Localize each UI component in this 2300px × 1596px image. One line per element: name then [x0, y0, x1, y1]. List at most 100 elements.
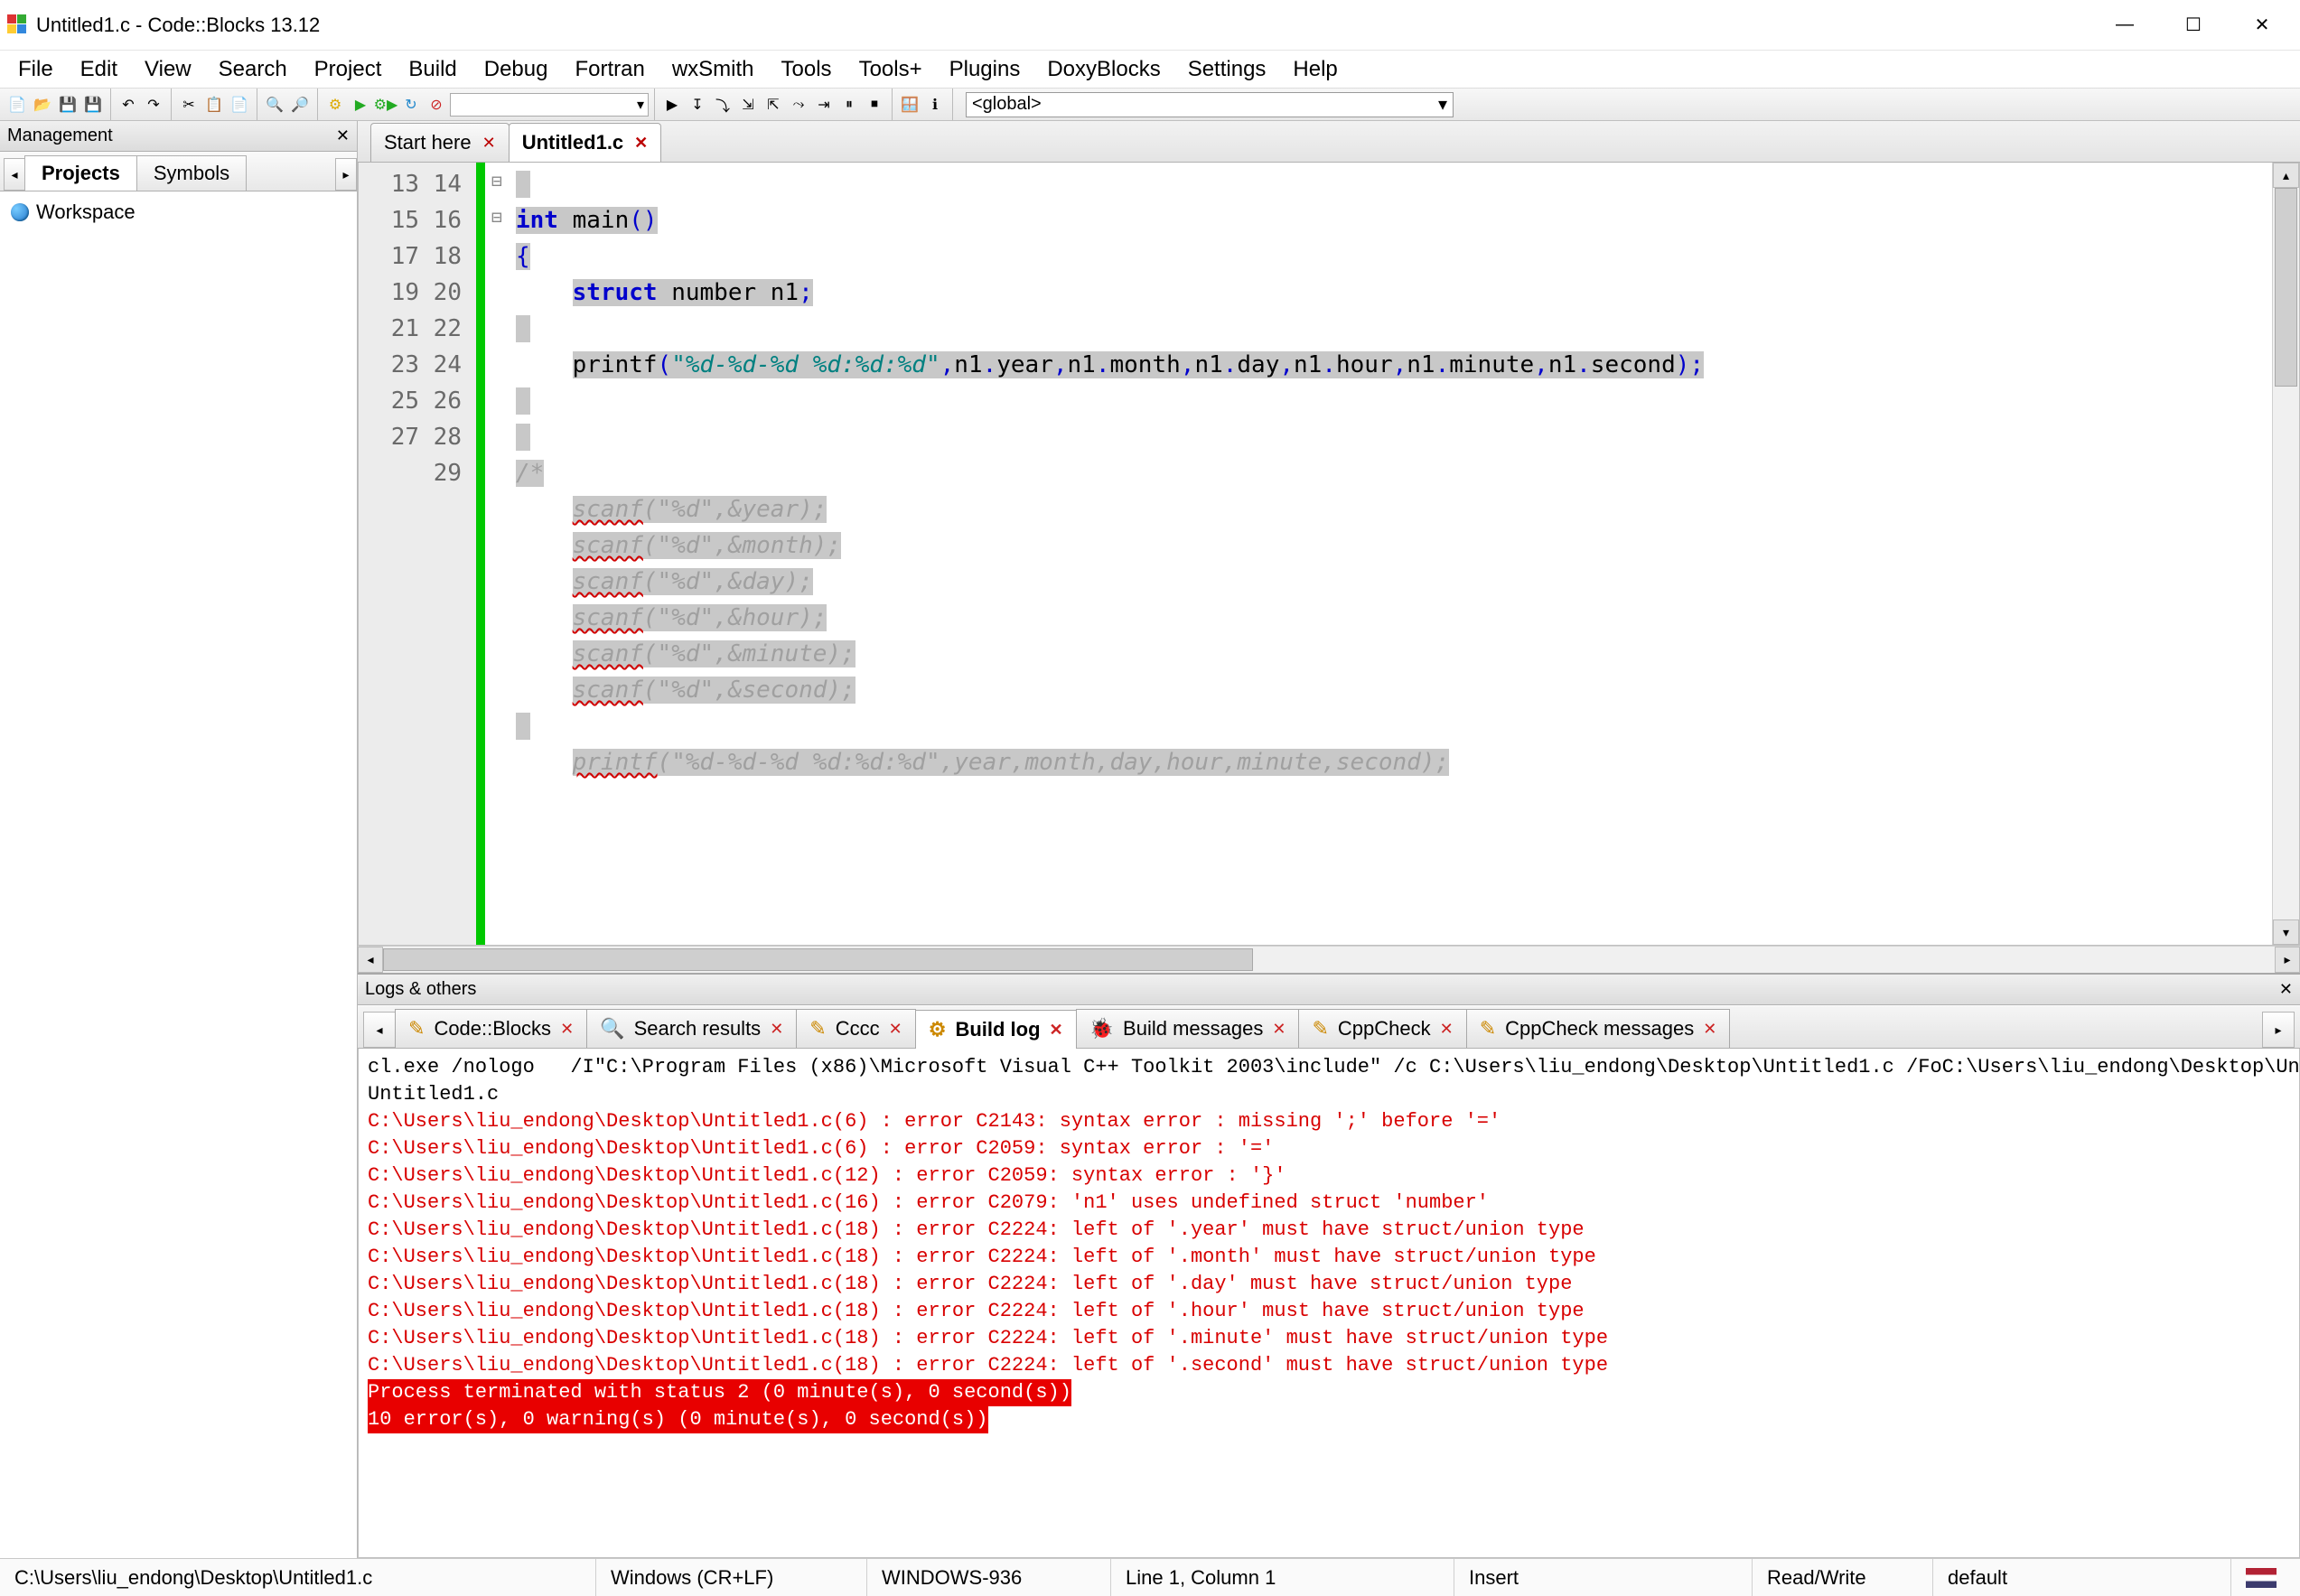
close-button[interactable]: ✕	[2246, 9, 2278, 42]
tab-close-icon[interactable]: ✕	[634, 134, 648, 153]
abort-icon[interactable]: ⊘	[425, 93, 448, 117]
hscroll-thumb[interactable]	[383, 948, 1253, 971]
log-tab-cccc[interactable]: ✎Cccc✕	[796, 1009, 915, 1048]
step-out-icon[interactable]: ⇱	[762, 93, 785, 117]
tab-close-icon[interactable]: ✕	[770, 1020, 783, 1039]
mgmt-tabs-prev[interactable]: ◂	[4, 158, 25, 191]
log-tab-cppcheck-messages[interactable]: ✎CppCheck messages✕	[1466, 1009, 1731, 1048]
tab-close-icon[interactable]: ✕	[1050, 1021, 1063, 1040]
gear-icon: ⚙	[929, 1018, 947, 1041]
code-editor[interactable]: 13 14 15 16 17 18 19 20 21 22 23 24 25 2…	[358, 163, 2300, 946]
horizontal-scrollbar[interactable]: ◂ ▸	[358, 946, 2300, 973]
editor-tab-untitled1-c[interactable]: Untitled1.c✕	[509, 123, 662, 162]
cut-icon[interactable]: ✂	[177, 93, 201, 117]
log-tab-search-results[interactable]: 🔍Search results✕	[586, 1009, 797, 1048]
logs-title: Logs & others	[365, 979, 476, 1000]
info-icon[interactable]: ℹ	[923, 93, 947, 117]
step-instr-icon[interactable]: ⇥	[812, 93, 836, 117]
rebuild-icon[interactable]: ↻	[399, 93, 423, 117]
menu-tools[interactable]: Tools+	[859, 57, 922, 82]
menu-view[interactable]: View	[145, 57, 192, 82]
search-icon: 🔍	[600, 1017, 624, 1041]
build-icon[interactable]: ⚙	[323, 93, 347, 117]
debug-run-icon[interactable]: ▶	[660, 93, 684, 117]
paste-icon[interactable]: 📄	[228, 93, 251, 117]
menu-tools[interactable]: Tools	[781, 57, 832, 82]
menu-build[interactable]: Build	[408, 57, 456, 82]
editor-tab-start-here[interactable]: Start here✕	[370, 123, 510, 162]
build-log-body[interactable]: cl.exe /nologo /I"C:\Program Files (x86)…	[358, 1049, 2300, 1558]
tab-close-icon[interactable]: ✕	[1272, 1020, 1286, 1039]
management-close-icon[interactable]: ✕	[336, 126, 350, 145]
scroll-thumb[interactable]	[2275, 188, 2297, 387]
logs-tabs-next[interactable]: ▸	[2262, 1012, 2295, 1048]
replace-icon[interactable]: 🔎	[288, 93, 312, 117]
run-to-cursor-icon[interactable]: ↧	[686, 93, 709, 117]
log-line: Untitled1.c	[368, 1081, 2290, 1108]
status-encoding: WINDOWS-936	[867, 1559, 1111, 1596]
tab-close-icon[interactable]: ✕	[889, 1020, 902, 1039]
menu-plugins[interactable]: Plugins	[949, 57, 1021, 82]
next-line-icon[interactable]: ⤵	[711, 93, 734, 117]
logs-panel: Logs & others ✕ ◂ ✎Code::Blocks✕🔍Search …	[358, 973, 2300, 1558]
vertical-scrollbar[interactable]: ▴ ▾	[2272, 163, 2299, 945]
new-file-icon[interactable]: 📄	[5, 93, 29, 117]
scroll-left-icon[interactable]: ◂	[358, 947, 383, 973]
step-into-icon[interactable]: ⇲	[736, 93, 760, 117]
save-all-icon[interactable]: 💾	[81, 93, 105, 117]
debug-windows-icon[interactable]: 🪟	[898, 93, 921, 117]
target-dd-icon[interactable]: ▾	[450, 93, 649, 117]
app-icon	[7, 14, 29, 36]
editor-area: Start here✕Untitled1.c✕ 13 14 15 16 17 1…	[358, 121, 2300, 1558]
tab-close-icon[interactable]: ✕	[560, 1020, 574, 1039]
workspace-icon	[11, 203, 29, 221]
log-line: C:\Users\liu_endong\Desktop\Untitled1.c(…	[368, 1244, 2290, 1271]
log-tab-build-messages[interactable]: 🐞Build messages✕	[1076, 1009, 1300, 1048]
menu-edit[interactable]: Edit	[80, 57, 117, 82]
menu-settings[interactable]: Settings	[1188, 57, 1267, 82]
run-icon[interactable]: ▶	[349, 93, 372, 117]
workspace-label: Workspace	[36, 201, 136, 224]
log-line: C:\Users\liu_endong\Desktop\Untitled1.c(…	[368, 1135, 2290, 1162]
scroll-up-icon[interactable]: ▴	[2273, 163, 2299, 188]
scroll-right-icon[interactable]: ▸	[2275, 947, 2300, 973]
find-icon[interactable]: 🔍	[263, 93, 286, 117]
logs-close-icon[interactable]: ✕	[2279, 980, 2293, 999]
log-tab-cppcheck[interactable]: ✎CppCheck✕	[1298, 1009, 1466, 1048]
scroll-down-icon[interactable]: ▾	[2273, 919, 2299, 945]
logs-tabs-prev[interactable]: ◂	[363, 1012, 396, 1048]
menu-debug[interactable]: Debug	[484, 57, 548, 82]
minimize-button[interactable]: —	[2108, 9, 2141, 42]
mgmt-tabs-next[interactable]: ▸	[335, 158, 357, 191]
next-instr-icon[interactable]: ⤳	[787, 93, 810, 117]
line-number-gutter: 13 14 15 16 17 18 19 20 21 22 23 24 25 2…	[359, 163, 476, 945]
maximize-button[interactable]: ☐	[2177, 9, 2210, 42]
undo-icon[interactable]: ↶	[117, 93, 140, 117]
build-run-icon[interactable]: ⚙▶	[374, 93, 397, 117]
code-content[interactable]: int main(){ struct number n1; printf("%d…	[509, 163, 2272, 945]
menu-search[interactable]: Search	[219, 57, 287, 82]
tab-close-icon[interactable]: ✕	[482, 134, 496, 153]
tab-projects[interactable]: Projects	[24, 155, 137, 191]
open-file-icon[interactable]: 📂	[31, 93, 54, 117]
menu-project[interactable]: Project	[314, 57, 382, 82]
menu-doxyblocks[interactable]: DoxyBlocks	[1047, 57, 1160, 82]
menu-help[interactable]: Help	[1293, 57, 1337, 82]
menu-fortran[interactable]: Fortran	[575, 57, 644, 82]
tab-symbols[interactable]: Symbols	[136, 155, 247, 191]
stop-icon[interactable]: ⏹	[863, 93, 886, 117]
log-line: Process terminated with status 2 (0 minu…	[368, 1379, 1071, 1406]
log-tab-build-log[interactable]: ⚙Build log✕	[915, 1010, 1077, 1049]
scope-dropdown[interactable]: <global> ▾	[966, 92, 1454, 117]
fold-column[interactable]: ⊟ ⊟	[485, 163, 509, 945]
copy-icon[interactable]: 📋	[202, 93, 226, 117]
tab-close-icon[interactable]: ✕	[1703, 1020, 1716, 1039]
menu-file[interactable]: File	[18, 57, 53, 82]
break-icon[interactable]: ⏸	[837, 93, 861, 117]
redo-icon[interactable]: ↷	[142, 93, 165, 117]
save-icon[interactable]: 💾	[56, 93, 79, 117]
tab-close-icon[interactable]: ✕	[1440, 1020, 1454, 1039]
workspace-node[interactable]: Workspace	[11, 201, 346, 224]
menu-wxsmith[interactable]: wxSmith	[672, 57, 754, 82]
log-tab-code-blocks[interactable]: ✎Code::Blocks✕	[395, 1009, 587, 1048]
